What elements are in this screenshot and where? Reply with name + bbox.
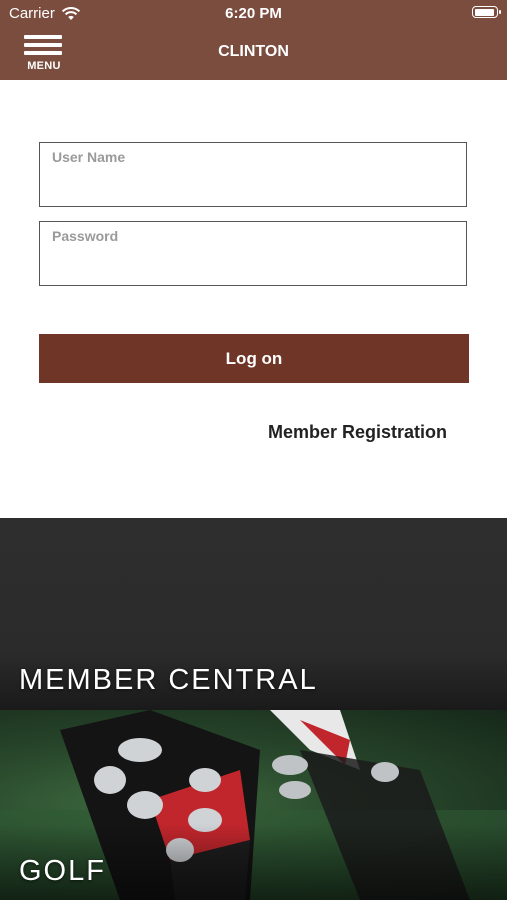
menu-label: MENU (27, 60, 61, 72)
nav-bar: MENU CLINTON (0, 28, 507, 80)
password-label: Password (52, 228, 119, 244)
golf-tile[interactable]: GOLF (0, 710, 507, 900)
log-on-button[interactable]: Log on (39, 334, 469, 383)
username-label: User Name (52, 149, 126, 165)
battery-icon (472, 6, 501, 18)
golf-label: GOLF (19, 855, 106, 887)
password-input[interactable] (52, 250, 454, 280)
username-input[interactable] (52, 171, 454, 201)
status-bar: Carrier 6:20 PM (0, 0, 507, 28)
member-central-label: MEMBER CENTRAL (19, 664, 318, 696)
password-field[interactable]: Password (39, 221, 467, 286)
member-registration-link[interactable]: Member Registration (268, 422, 447, 443)
member-central-tile[interactable]: MEMBER CENTRAL (0, 518, 507, 710)
hamburger-icon (24, 35, 62, 39)
username-field[interactable]: User Name (39, 142, 467, 207)
status-time: 6:20 PM (225, 5, 282, 22)
page-title: CLINTON (218, 43, 289, 60)
